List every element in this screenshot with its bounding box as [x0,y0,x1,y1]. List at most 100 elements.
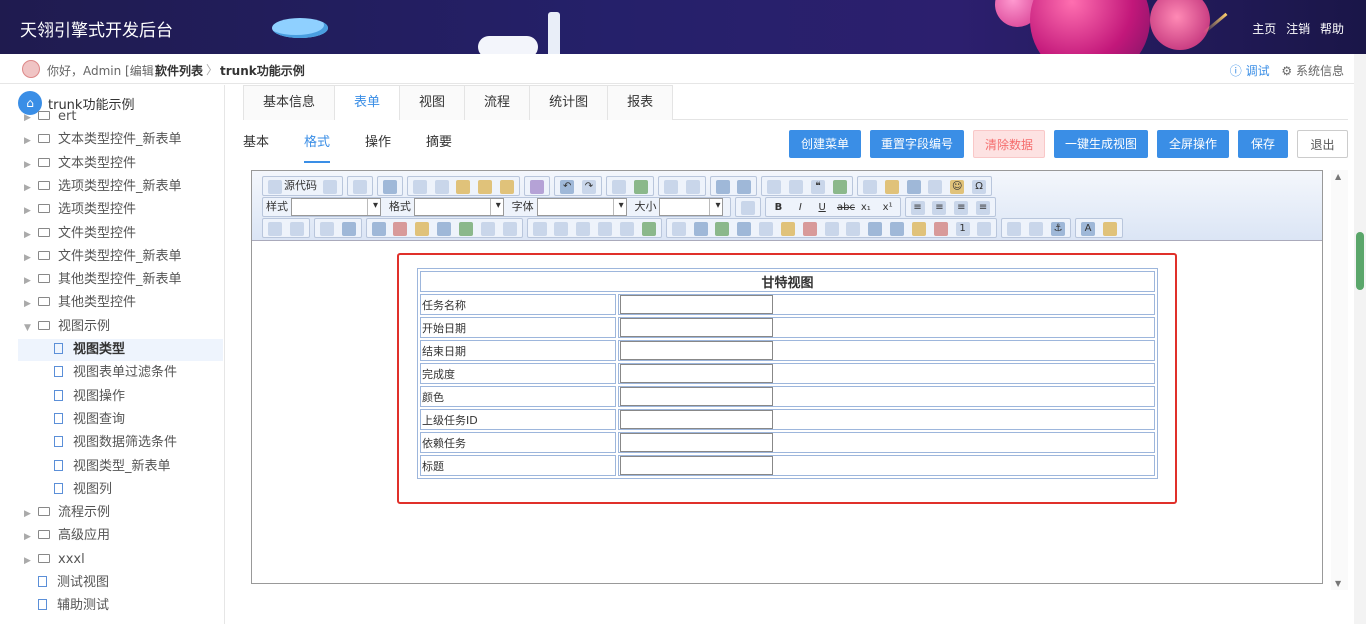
font-select[interactable] [536,198,627,216]
attachment-icon[interactable] [671,222,686,236]
sidebar-item[interactable]: ▶ 其他类型控件 [24,292,136,314]
sidebar-item[interactable]: ▶ 文件类型控件 [24,223,136,245]
tab-main[interactable]: 基本信息 [243,85,336,120]
source-code-icon[interactable] [268,180,282,194]
map-field-icon[interactable] [780,222,795,236]
underline-icon[interactable]: U [815,201,829,215]
tree-field-icon[interactable] [458,222,473,236]
field-input[interactable] [620,387,773,406]
paste-word-icon[interactable] [500,180,515,194]
onlinetakephoto-icon[interactable] [759,222,774,236]
anchor-icon[interactable]: ⚓ [1051,222,1066,236]
tab-sub[interactable]: 格式 [304,131,331,163]
source-code-button[interactable]: 源代码 [284,177,317,195]
text-color-icon[interactable]: A [1081,222,1096,236]
greeting-text[interactable]: 你好，Admin [编辑] [47,62,158,79]
select-all-icon[interactable] [663,180,678,194]
style-select[interactable] [291,198,381,216]
tab-main[interactable]: 视图 [399,85,466,120]
checkbox-field-icon[interactable] [268,222,282,236]
tab-main[interactable]: 流程 [464,85,531,120]
field-input[interactable] [620,433,773,452]
paste-text-icon[interactable] [478,180,493,194]
special-char-icon[interactable]: Ω [972,180,987,194]
format-select[interactable] [413,198,504,216]
sidebar-item[interactable]: ▶ 文本类型控件_新表单 [24,129,182,151]
number-field-icon[interactable]: 1 [955,222,970,236]
sidebar-item[interactable]: 视图类型 [18,339,223,361]
sidebar-item[interactable]: 视图查询 [54,409,125,431]
size-select[interactable] [659,198,724,216]
color-field-icon[interactable] [911,222,926,236]
replace-icon[interactable] [633,180,648,194]
sidebar-item[interactable]: ▶ xxxl [24,549,85,571]
view-field-icon[interactable] [576,222,591,236]
sidebar-item[interactable]: ▶ 选项类型控件_新表单 [24,176,182,198]
button-field-icon[interactable] [502,222,517,236]
tab-control-icon[interactable] [371,222,386,236]
sidebar-item[interactable]: 视图列 [54,479,112,501]
bg-color-icon[interactable] [1102,222,1117,236]
justify-icon[interactable]: ≡ [976,201,991,215]
sidebar-item[interactable]: 测试视图 [38,572,109,594]
chevron-down-icon[interactable]: ▼ [24,317,38,339]
sidebar-item[interactable]: 视图类型_新表单 [54,456,171,478]
calendar-icon[interactable] [393,222,408,236]
chevron-right-icon[interactable]: ▶ [24,550,38,572]
template-icon[interactable] [382,180,397,194]
help-link[interactable]: 帮助 [1320,22,1344,36]
new-page-icon[interactable] [322,180,337,194]
exit-button[interactable]: 退出 [1297,130,1348,158]
field-input[interactable] [620,364,773,383]
sidebar-item[interactable]: ▶ 高级应用 [24,525,110,547]
chevron-right-icon[interactable]: ▶ [24,130,38,152]
page-scroll-track[interactable] [1354,54,1366,624]
clear-data-button[interactable]: 清除数据 [973,130,1045,158]
sidebar-item[interactable]: ▶ 文本类型控件 [24,153,136,175]
logout-link[interactable]: 注销 [1286,22,1310,36]
field-input[interactable] [620,410,773,429]
signature-field-icon[interactable] [933,222,948,236]
chevron-right-icon[interactable]: ▶ [24,107,38,129]
field-input[interactable] [620,295,773,314]
redo-icon[interactable]: ↷ [581,180,596,194]
save-button[interactable]: 保存 [1238,130,1288,158]
cut-icon[interactable] [412,180,427,194]
create-menu-button[interactable]: 创建菜单 [789,130,861,158]
maximize-icon[interactable] [741,201,756,215]
home-link[interactable]: 主页 [1252,22,1276,36]
find-icon[interactable] [611,180,626,194]
tab-sub[interactable]: 基本 [243,131,269,163]
tab-main[interactable]: 统计图 [529,85,609,120]
sidebar-item[interactable]: ▼ 视图示例 [24,316,110,338]
div-icon[interactable] [832,180,847,194]
image-icon[interactable] [862,180,877,194]
unordered-list-icon[interactable] [737,180,752,194]
link-icon[interactable] [1007,222,1022,236]
qrcode-icon[interactable] [846,222,861,236]
flash-icon[interactable] [884,180,899,194]
image-upload-icon[interactable] [715,222,730,236]
sidebar-item[interactable]: ▶ 文件类型控件_新表单 [24,246,182,268]
chevron-right-icon[interactable]: ▶ [24,270,38,292]
chevron-right-icon[interactable]: ▶ [24,293,38,315]
reset-field-number-button[interactable]: 重置字段编号 [870,130,964,158]
field-input[interactable] [620,456,773,475]
fullscreen-button[interactable]: 全屏操作 [1157,130,1229,158]
location-icon[interactable] [802,222,817,236]
subscript-icon[interactable]: x₁ [859,201,873,215]
camera-icon[interactable] [737,222,752,236]
radio-field-icon[interactable] [289,222,304,236]
ie-field-icon[interactable] [890,222,905,236]
suggest-field-icon[interactable] [598,222,613,236]
chevron-right-icon[interactable]: ▶ [24,200,38,222]
chevron-right-icon[interactable]: ▶ [24,177,38,199]
horizontal-rule-icon[interactable] [928,180,943,194]
copy-icon[interactable] [434,180,449,194]
chevron-right-icon[interactable]: ▶ [24,154,38,176]
word-field-icon[interactable] [868,222,883,236]
preview-icon[interactable] [352,180,367,194]
debug-link[interactable]: ⓘ 调试 [1230,64,1270,78]
breadcrumb-current-app[interactable]: trunk功能示例 [220,62,305,79]
sidebar-item[interactable]: ▶ 其他类型控件_新表单 [24,269,182,291]
